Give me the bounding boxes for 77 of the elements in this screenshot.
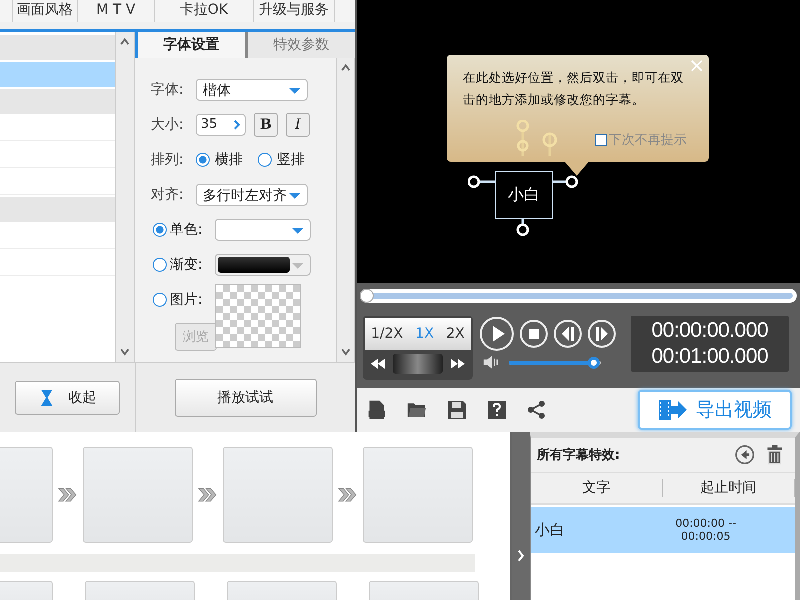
back-circle-icon[interactable] bbox=[735, 445, 755, 465]
settings-tab[interactable]: 字体设置 bbox=[135, 32, 245, 58]
dropdown-arrow-icon bbox=[289, 88, 301, 94]
collapse-button[interactable]: 收起 bbox=[15, 380, 120, 414]
speaker-icon[interactable] bbox=[483, 356, 501, 369]
help-icon[interactable] bbox=[487, 400, 507, 420]
checkbox[interactable] bbox=[595, 134, 607, 146]
total-time: 00:01:00.000 bbox=[652, 344, 768, 370]
play-preview-button[interactable]: 播放试试 bbox=[174, 378, 316, 416]
previous-frame-icon[interactable] bbox=[553, 319, 583, 349]
volume-handle[interactable] bbox=[588, 356, 600, 368]
double-chevron-icon bbox=[338, 487, 358, 503]
speed-option[interactable]: 2X bbox=[446, 326, 465, 342]
radio-button[interactable] bbox=[258, 153, 272, 167]
scroll-down-icon[interactable] bbox=[119, 346, 131, 358]
field-label: 字体: bbox=[151, 81, 185, 99]
scroll-down-icon[interactable] bbox=[340, 346, 352, 358]
dropdown-arrow-icon bbox=[289, 193, 301, 199]
radio-button[interactable] bbox=[153, 223, 167, 237]
progress-track[interactable] bbox=[360, 289, 797, 303]
tooltip-text: 在此处选好位置，然后双击，即可在双击的地方添加或修改您的字幕。 bbox=[463, 69, 685, 109]
column-header[interactable]: 起止时间 bbox=[663, 479, 795, 497]
radio-label[interactable]: 竖排 bbox=[277, 151, 305, 169]
scrollbar[interactable] bbox=[336, 58, 355, 362]
table-cell-text: 00:00:00 -- 00:00:05 bbox=[674, 517, 738, 543]
effect-row[interactable]: 小白 00:00:00 -- 00:00:05 bbox=[531, 507, 795, 553]
hourglass-icon bbox=[38, 388, 54, 408]
film-arrow-icon bbox=[658, 399, 688, 421]
italic-button[interactable]: I bbox=[286, 113, 310, 137]
stop-icon[interactable] bbox=[519, 319, 549, 349]
rewind-icon[interactable] bbox=[371, 359, 385, 369]
radio-button[interactable] bbox=[196, 153, 210, 167]
speed-option[interactable]: 1/2X bbox=[371, 326, 404, 342]
menu-tab[interactable]: 画面风格 bbox=[13, 0, 78, 22]
video-preview[interactable]: 在此处选好位置，然后双击，即可在双击的地方添加或修改您的字幕。 下次不再提示 小白 bbox=[357, 0, 800, 283]
radio-label[interactable]: 图片: bbox=[170, 291, 210, 309]
scrollbar[interactable] bbox=[115, 32, 135, 362]
panel-title: 所有字幕特效: bbox=[537, 446, 622, 464]
radio-label[interactable]: 横排 bbox=[215, 151, 243, 169]
table-cell-text: 小白 bbox=[534, 520, 566, 540]
gradient-dropdown[interactable] bbox=[215, 254, 311, 276]
radio-label[interactable]: 单色: bbox=[170, 221, 210, 239]
share-icon[interactable] bbox=[527, 400, 547, 420]
next-frame-icon[interactable] bbox=[587, 319, 617, 349]
dropdown-arrow-icon bbox=[292, 263, 304, 269]
export-video-button[interactable]: 导出视频 bbox=[638, 390, 792, 430]
radio-button[interactable] bbox=[153, 258, 167, 272]
field-label: 大小: bbox=[151, 116, 185, 134]
font-dropdown[interactable]: 楷体 bbox=[196, 79, 308, 101]
chevron-right-icon bbox=[233, 119, 241, 131]
double-chevron-icon bbox=[58, 487, 78, 503]
trash-icon[interactable] bbox=[765, 445, 785, 465]
save-icon[interactable] bbox=[447, 400, 467, 420]
radio-button[interactable] bbox=[153, 293, 167, 307]
play-icon[interactable] bbox=[479, 316, 515, 352]
current-time: 00:00:00.000 bbox=[652, 318, 768, 344]
progress-handle[interactable] bbox=[360, 289, 374, 303]
menu-tab[interactable]: 升级与服务 bbox=[254, 0, 335, 22]
dropdown-arrow-icon bbox=[292, 228, 304, 234]
field-label: 排列: bbox=[151, 151, 185, 169]
size-field[interactable]: 35 bbox=[196, 114, 246, 136]
fast-forward-icon[interactable] bbox=[451, 359, 465, 369]
color-dropdown[interactable] bbox=[215, 219, 311, 241]
jog-wheel[interactable] bbox=[393, 354, 443, 374]
scroll-up-icon[interactable] bbox=[119, 36, 131, 48]
gradient-swatch bbox=[218, 257, 290, 273]
bold-button[interactable]: B bbox=[254, 113, 278, 137]
scroll-up-icon[interactable] bbox=[340, 62, 352, 74]
subtitle-text-box[interactable]: 小白 bbox=[495, 171, 553, 219]
new-file-icon[interactable] bbox=[367, 400, 387, 420]
column-header[interactable]: 文字 bbox=[531, 479, 663, 497]
double-chevron-icon bbox=[198, 487, 218, 503]
menu-tab[interactable]: 卡拉OK bbox=[155, 0, 254, 22]
menu-tab[interactable]: M T V bbox=[78, 0, 155, 22]
radio-label[interactable]: 渐变: bbox=[170, 256, 210, 274]
field-label: 对齐: bbox=[151, 186, 185, 204]
align-dropdown[interactable]: 多行时左对齐 bbox=[196, 184, 308, 206]
